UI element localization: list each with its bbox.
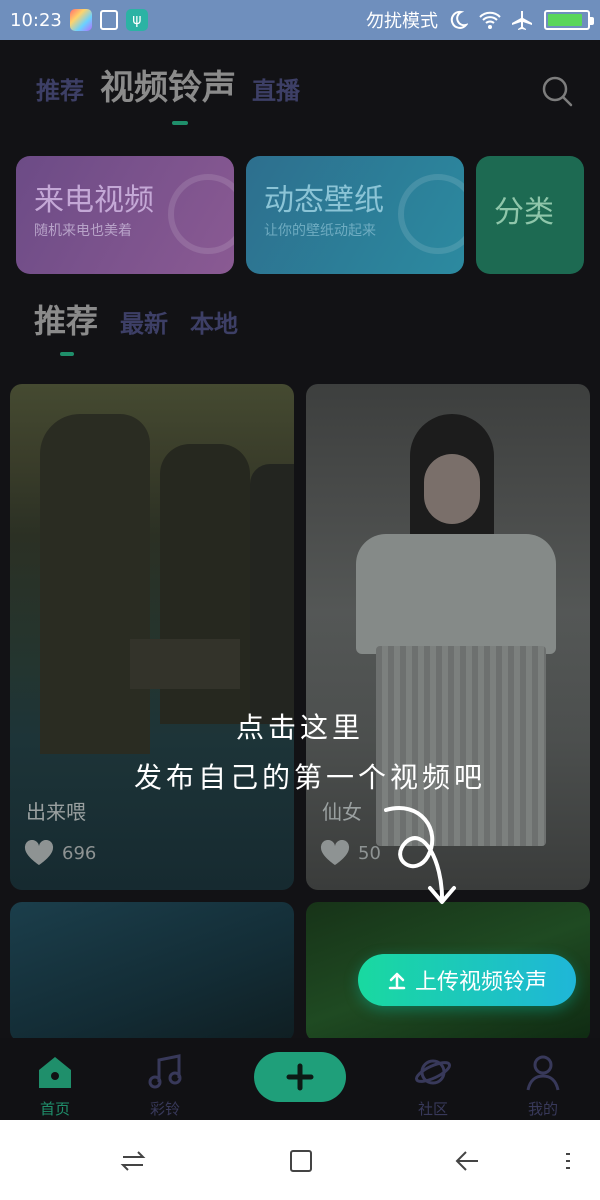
search-icon[interactable] [540, 74, 574, 108]
status-bar: 10:23 ψ 勿扰模式 [0, 0, 600, 40]
hint-text: 发布自己的第一个视频吧 [133, 761, 486, 794]
nav-ringtone[interactable]: 彩铃 [130, 1052, 200, 1119]
nav-label: 我的 [527, 1100, 558, 1118]
home-icon [39, 1057, 71, 1088]
menu-dots-icon[interactable] [556, 1146, 586, 1176]
cliff-rock [40, 414, 150, 754]
tab-video-ringtone[interactable]: 视频铃声 [100, 60, 236, 109]
sub-tab-indicator [60, 352, 74, 356]
card-incoming-call-video[interactable]: 来电视频 随机来电也美着 [16, 156, 234, 274]
card-title: 分类 [494, 195, 554, 230]
cliff-rock [250, 464, 294, 724]
like-count: 696 [62, 842, 97, 864]
subtab-local[interactable]: 本地 [190, 304, 238, 339]
add-button[interactable] [254, 1052, 346, 1102]
upload-button-label: 上传视频铃声 [414, 970, 547, 995]
figure-face [424, 454, 480, 524]
video-tile[interactable] [10, 902, 294, 1042]
top-tab-indicator [172, 121, 188, 125]
upload-video-ringtone-button[interactable]: 上传视频铃声 [358, 954, 576, 1006]
moon-icon [450, 10, 468, 29]
nav-home[interactable]: 首页 [20, 1052, 90, 1119]
figure-top [356, 534, 556, 654]
card-category[interactable]: 分类 [476, 156, 584, 274]
nav-label: 社区 [417, 1100, 448, 1118]
usb-icon: ψ [125, 9, 148, 31]
sub-tabs: 推荐 最新 本地 [34, 296, 238, 342]
subtab-latest[interactable]: 最新 [120, 304, 168, 339]
status-time: 10:23 [10, 9, 62, 31]
person-icon [526, 1055, 560, 1091]
planet-icon [414, 1059, 452, 1085]
phone-video-icon [168, 174, 234, 254]
nav-mine[interactable]: 我的 [508, 1052, 578, 1119]
category-cards: 来电视频 随机来电也美着 动态壁纸 让你的壁纸动起来 分类 [16, 156, 600, 274]
nav-label: 首页 [39, 1100, 70, 1118]
heart-icon[interactable] [320, 840, 350, 866]
video-tile[interactable]: 出来喂 696 [10, 384, 294, 890]
bottom-nav: 首页 彩铃 社区 我的 [0, 1038, 600, 1120]
video-likes: 696 [24, 840, 96, 866]
card-live-wallpaper[interactable]: 动态壁纸 让你的壁纸动起来 [246, 156, 464, 274]
heart-icon[interactable] [24, 840, 54, 866]
wifi-icon [479, 11, 501, 29]
video-title: 出来喂 [26, 800, 86, 824]
upload-arrow-icon [388, 972, 406, 990]
tab-recommend[interactable]: 推荐 [36, 71, 84, 106]
top-tabs: 推荐 视频铃声 直播 [36, 60, 300, 109]
video-likes: 50 [320, 840, 381, 866]
nav-label: 彩铃 [149, 1100, 180, 1118]
curved-arrow-icon [384, 806, 456, 904]
plus-icon [286, 1063, 314, 1091]
like-count: 50 [358, 842, 381, 864]
home-square-icon[interactable] [286, 1146, 316, 1176]
music-note-icon [148, 1054, 182, 1089]
system-nav-bar [0, 1120, 600, 1200]
tab-live[interactable]: 直播 [252, 71, 300, 106]
battery-icon [544, 10, 594, 30]
clean-brush-icon [99, 10, 118, 30]
airplane-icon [512, 11, 532, 30]
photos-app-icon [69, 9, 92, 31]
dnd-label: 勿扰模式 [366, 11, 438, 32]
video-title: 仙女 [322, 800, 362, 824]
switch-app-icon[interactable] [118, 1146, 148, 1176]
subtab-recommend[interactable]: 推荐 [34, 296, 98, 342]
wallpaper-icon [398, 174, 464, 254]
back-arrow-icon[interactable] [452, 1146, 482, 1176]
monastery [130, 639, 240, 689]
nav-community[interactable]: 社区 [398, 1052, 468, 1119]
hint-text: 点击这里 [235, 711, 364, 744]
